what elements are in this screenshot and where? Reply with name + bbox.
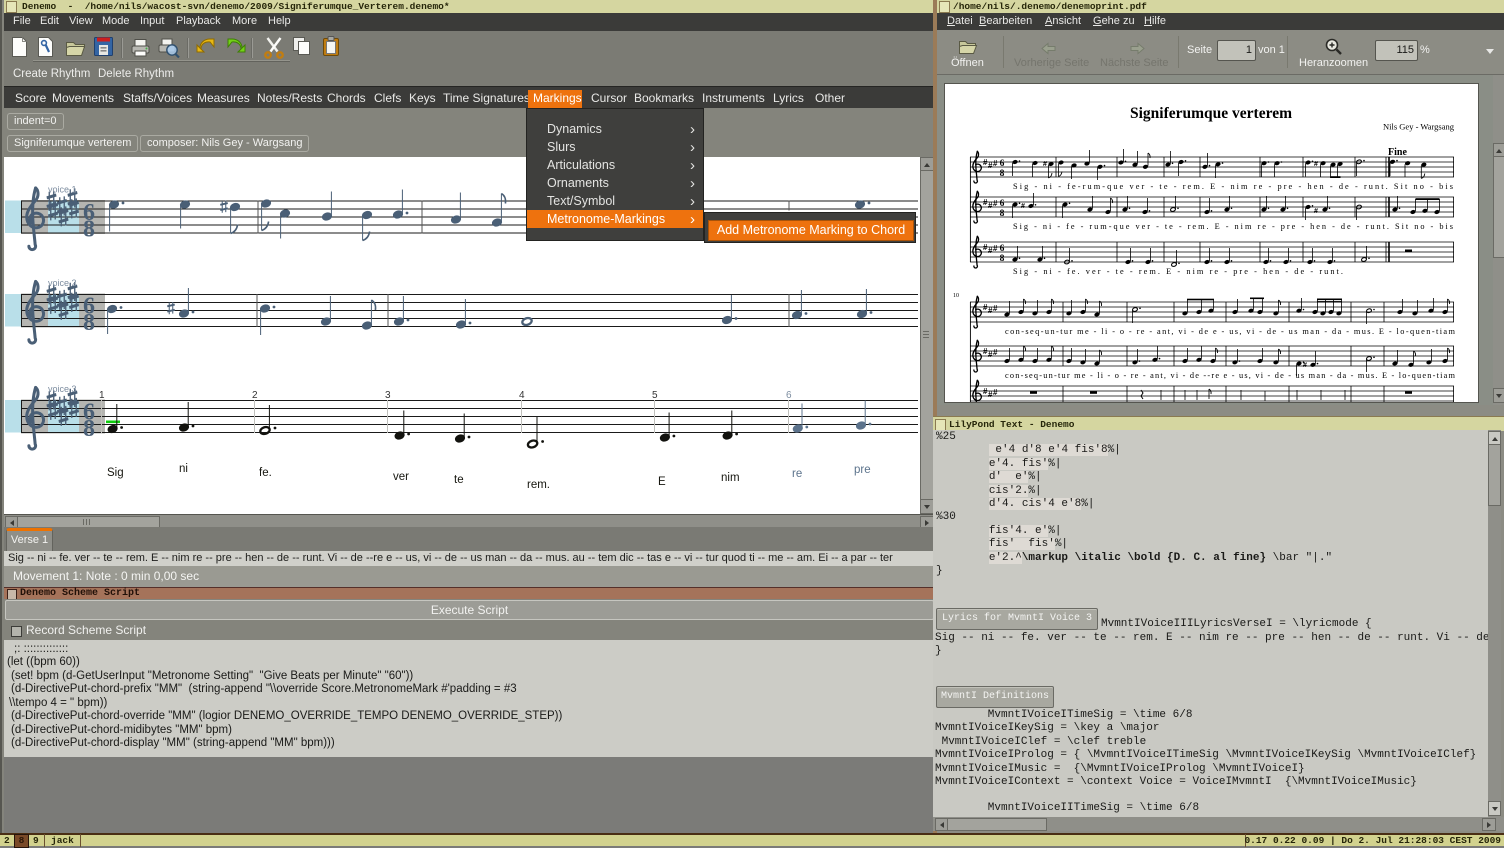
svg-text:te: te (454, 474, 464, 486)
svg-text:6: 6 (786, 390, 792, 401)
svg-text:nim: nim (721, 472, 740, 484)
svg-text:3: 3 (385, 390, 391, 401)
svg-text:pre: pre (854, 464, 871, 476)
svg-text:#: # (1314, 161, 1318, 168)
svg-text:ni: ni (179, 463, 188, 475)
svg-text:ver: ver (393, 471, 409, 483)
svg-text:con-seq-un-tur me - li - o -: con-seq-un-tur me - li - o - re - ant, v… (1005, 371, 1456, 380)
svg-text:Sig - ni - fe.: Sig - ni - fe. ver - te - rem. E - nim r… (1013, 267, 1343, 276)
svg-text:con-seq-un-tur me - li - o -: con-seq-un-tur me - li - o - re - ant, v… (1005, 327, 1456, 336)
svg-text:voice 1: voice 1 (48, 185, 77, 195)
svg-text:1: 1 (99, 390, 105, 401)
svg-text:re: re (792, 468, 802, 480)
svg-text:voice 2: voice 2 (48, 278, 77, 288)
svg-text:#: # (1303, 362, 1307, 369)
svg-text:Fine: Fine (1388, 147, 1407, 158)
svg-text:rem.: rem. (527, 479, 550, 491)
svg-text:fe.: fe. (259, 467, 272, 479)
svg-text:#: # (1314, 208, 1318, 215)
svg-text:Sig - ni - fe - rum-q: Sig - ni - fe - rum-que ver - te - rem. … (1013, 222, 1453, 231)
svg-text:Sig: Sig (107, 467, 124, 479)
svg-text:5: 5 (652, 390, 658, 401)
svg-text:4: 4 (519, 390, 525, 401)
svg-text:10: 10 (953, 293, 959, 299)
svg-text:2: 2 (252, 390, 258, 401)
svg-text:Nils Gey - Wargsang: Nils Gey - Wargsang (1383, 122, 1455, 132)
svg-text:Sig - ni - fe-rum-que ver -: Sig - ni - fe-rum-que ver - te - rem. E … (1013, 182, 1453, 191)
svg-text:#: # (1043, 161, 1047, 168)
svg-text:E: E (658, 476, 666, 488)
svg-text:voice 3: voice 3 (48, 384, 77, 394)
svg-text:#: # (1021, 203, 1025, 210)
svg-text:Signiferumque verterem: Signiferumque verterem (1130, 105, 1292, 122)
